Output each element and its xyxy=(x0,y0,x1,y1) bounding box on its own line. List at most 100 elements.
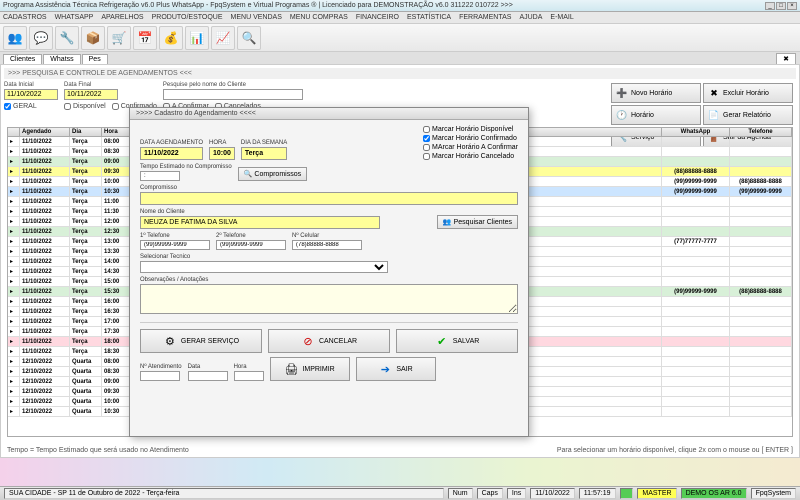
minimize-button[interactable]: _ xyxy=(765,2,775,10)
col-telefone[interactable]: Telefone xyxy=(730,128,792,136)
tabbar: Clientes Whatss Pes ✖ xyxy=(0,52,800,64)
search-icon: 🔍 xyxy=(244,170,253,178)
horario-button[interactable]: 🕐Horário xyxy=(611,105,701,125)
chk-marcar-canc[interactable]: Marcar Horário Cancelado xyxy=(423,153,518,160)
hora-field[interactable]: 10:00 xyxy=(209,147,235,160)
close-button[interactable]: × xyxy=(787,2,797,10)
status-time: 11:57:19 xyxy=(579,488,616,499)
data-ag-field[interactable]: 11/10/2022 xyxy=(140,147,203,160)
col-agendado[interactable]: Agendado xyxy=(20,128,70,136)
chk-geral[interactable]: GERAL xyxy=(4,103,37,110)
plus-icon: ➕ xyxy=(616,87,628,99)
maximize-button[interactable]: □ xyxy=(776,2,786,10)
toolbar-icon-10[interactable]: 🔍 xyxy=(237,26,261,50)
data-inicial-label: Data Inicial xyxy=(4,82,58,88)
col-whatsapp[interactable]: WhatsApp xyxy=(662,128,730,136)
menu-cadastros[interactable]: CADASTROS xyxy=(3,14,47,21)
menu-compras[interactable]: MENU COMPRAS xyxy=(290,14,348,21)
toolbar-icon-8[interactable]: 📊 xyxy=(185,26,209,50)
col-hora[interactable]: Hora xyxy=(102,128,130,136)
menu-financeiro[interactable]: FINANCEIRO xyxy=(356,14,399,21)
menu-ajuda[interactable]: AJUDA xyxy=(519,14,542,21)
hora2-input[interactable] xyxy=(234,371,264,381)
arrow-icon: ➔ xyxy=(378,362,392,376)
window-title: Programa Assistência Técnica Refrigeraçã… xyxy=(3,2,764,9)
tab-pes[interactable]: Pes xyxy=(82,54,108,64)
toolbar: 👥 💬 🔧 📦 🛒 📅 💰 📊 📈 🔍 xyxy=(0,24,800,52)
toolbar-icon-7[interactable]: 💰 xyxy=(159,26,183,50)
natend-input[interactable] xyxy=(140,371,180,381)
cancelar-button[interactable]: ⊘CANCELAR xyxy=(268,329,390,353)
pesquisar-clientes-button[interactable]: 👥Pesquisar Clientes xyxy=(437,215,518,229)
tecnico-select[interactable] xyxy=(140,261,388,273)
toolbar-icon-1[interactable]: 👥 xyxy=(3,26,27,50)
toolbar-icon-5[interactable]: 🛒 xyxy=(107,26,131,50)
toolbar-icon-6[interactable]: 📅 xyxy=(133,26,157,50)
status-ins: Ins xyxy=(507,488,526,499)
status-date: 11/10/2022 xyxy=(530,488,575,499)
tempo-field[interactable]: : xyxy=(140,171,180,181)
status-indicator xyxy=(620,488,634,499)
menu-ferramentas[interactable]: FERRAMENTAS xyxy=(459,14,511,21)
menu-produto[interactable]: PRODUTO/ESTOQUE xyxy=(152,14,223,21)
toolbar-icon-2[interactable]: 💬 xyxy=(29,26,53,50)
tab-clientes[interactable]: Clientes xyxy=(3,54,42,64)
titlebar: Programa Assistência Técnica Refrigeraçã… xyxy=(0,0,800,12)
menu-email[interactable]: E-MAIL xyxy=(550,14,573,21)
sair-button[interactable]: ➔SAIR xyxy=(356,357,436,381)
salvar-button[interactable]: ✔SALVAR xyxy=(396,329,518,353)
dia-semana-field: Terça xyxy=(241,147,287,160)
tab-close-icon[interactable]: ✖ xyxy=(776,53,796,64)
status-fpq: FpqSystem xyxy=(751,488,796,499)
novo-horario-button[interactable]: ➕Novo Horário xyxy=(611,83,701,103)
status-caps: Caps xyxy=(477,488,503,499)
compromissos-button[interactable]: 🔍Compromissos xyxy=(238,167,307,181)
status-num: Num xyxy=(448,488,473,499)
excluir-horario-button[interactable]: ✖Excluir Horário xyxy=(703,83,793,103)
delete-icon: ✖ xyxy=(708,87,720,99)
check-icon: ✔ xyxy=(435,334,449,348)
menu-vendas[interactable]: MENU VENDAS xyxy=(231,14,282,21)
toolbar-icon-9[interactable]: 📈 xyxy=(211,26,235,50)
relatorio-button[interactable]: 📄Gerar Relatório xyxy=(703,105,793,125)
chk-disp[interactable]: Disponível xyxy=(64,103,106,110)
cadastro-modal: >>>> Cadastro do Agendamento <<<< DATA A… xyxy=(129,107,529,437)
observacoes-input[interactable] xyxy=(140,284,518,314)
cel-input[interactable] xyxy=(292,240,362,250)
chk-marcar-aconf[interactable]: MArcar Horário A Confirmar xyxy=(423,144,518,151)
report-icon: 📄 xyxy=(708,109,720,121)
nome-cliente-input[interactable] xyxy=(140,216,380,229)
people-icon: 👥 xyxy=(443,218,452,226)
cancel-icon: ⊘ xyxy=(301,334,315,348)
data-inicial-input[interactable] xyxy=(4,89,58,100)
tel1-input[interactable] xyxy=(140,240,210,250)
toolbar-icon-4[interactable]: 📦 xyxy=(81,26,105,50)
data-final-input[interactable] xyxy=(64,89,118,100)
tel2-input[interactable] xyxy=(216,240,286,250)
chk-marcar-conf[interactable]: Marcar Horário Confirmado xyxy=(423,135,518,142)
footer-right: Para selecionar um horário disponível, c… xyxy=(557,447,793,454)
menu-whatsapp[interactable]: WHATSAPP xyxy=(55,14,94,21)
status-demo: DEMO OS AR 6.0 xyxy=(681,488,747,499)
data-final-label: Data Final xyxy=(64,82,157,88)
menu-estatistica[interactable]: ESTATÍSTICA xyxy=(407,14,451,21)
pesquise-input[interactable] xyxy=(163,89,303,100)
gerar-servico-button[interactable]: ⚙GERAR SERVIÇO xyxy=(140,329,262,353)
compromisso-input[interactable] xyxy=(140,192,518,205)
menu-aparelhos[interactable]: APARELHOS xyxy=(101,14,143,21)
footer-left: Tempo = Tempo Estimado que será usado no… xyxy=(7,447,189,454)
status-master: MASTER xyxy=(637,488,676,499)
pesquise-label: Pesquise pelo nome do Cliente xyxy=(163,82,303,88)
print-icon: 🖨 xyxy=(284,362,298,376)
imprimir-button[interactable]: 🖨IMPRIMIR xyxy=(270,357,350,381)
chk-marcar-disp[interactable]: Marcar Horário Disponível xyxy=(423,126,518,133)
toolbar-icon-3[interactable]: 🔧 xyxy=(55,26,79,50)
status-city: SUA CIDADE - SP 11 de Outubro de 2022 - … xyxy=(4,488,444,499)
decorative-banner xyxy=(0,458,800,486)
tab-whats[interactable]: Whatss xyxy=(43,54,80,64)
clock-icon: 🕐 xyxy=(616,109,628,121)
modal-title: >>>> Cadastro do Agendamento <<<< xyxy=(130,108,528,120)
col-dia[interactable]: Dia xyxy=(70,128,102,136)
main-panel: >>> PESQUISA E CONTROLE DE AGENDAMENTOS … xyxy=(0,64,800,458)
data2-input[interactable] xyxy=(188,371,228,381)
